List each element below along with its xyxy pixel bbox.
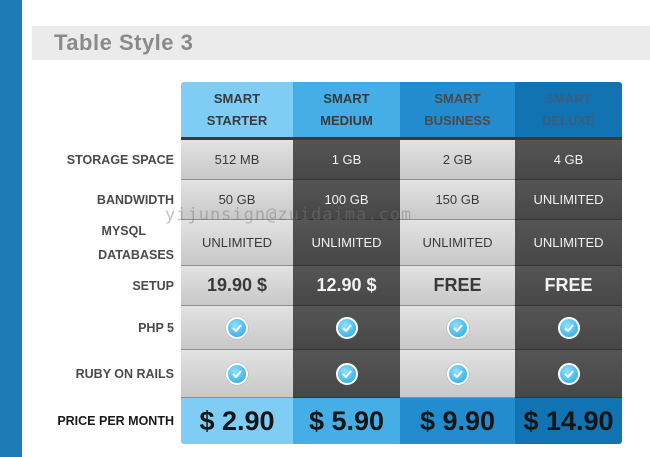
check-circle-icon: [226, 362, 248, 385]
php-cell-business: [400, 306, 515, 350]
row-label-mysql-line1: MYSQL: [101, 224, 146, 238]
plan-header-medium: SMART MEDIUM: [293, 82, 400, 137]
mysql-cell-business: UNLIMITED: [400, 220, 515, 266]
price-medium[interactable]: $ 5.90: [293, 398, 400, 444]
php-cell-starter: [181, 306, 293, 350]
plan-header-business: SMART BUSINESS: [400, 82, 515, 137]
price-deluxe[interactable]: $ 14.90: [515, 398, 622, 444]
php-cell-medium: [293, 306, 400, 350]
storage-cell-deluxe: 4 GB: [515, 140, 622, 180]
bandwidth-cell-business: 150 GB: [400, 180, 515, 220]
ruby-cell-starter: [181, 350, 293, 398]
setup-cell-starter: 19.90 $: [181, 266, 293, 306]
bandwidth-cell-deluxe: UNLIMITED: [515, 180, 622, 220]
plan-name-line2: BUSINESS: [424, 112, 491, 128]
check-circle-icon: [557, 316, 580, 339]
check-circle-icon: [446, 316, 469, 339]
check-circle-icon: [226, 316, 248, 339]
price-business[interactable]: $ 9.90: [400, 398, 515, 444]
storage-cell-medium: 1 GB: [293, 140, 400, 180]
section-title-bar: Table Style 3: [32, 26, 650, 60]
setup-cell-deluxe: FREE: [515, 266, 622, 306]
storage-cell-starter: 512 MB: [181, 140, 293, 180]
mysql-cell-deluxe: UNLIMITED: [515, 220, 622, 266]
row-label-ruby: RUBY ON RAILS: [75, 367, 174, 381]
price-per-month-label: PRICE PER MONTH: [57, 414, 174, 428]
row-label-storage: STORAGE SPACE: [66, 153, 174, 167]
plan-name-line1: SMART: [434, 90, 481, 106]
setup-cell-medium: 12.90 $: [293, 266, 400, 306]
row-label-php: PHP 5: [138, 321, 174, 335]
setup-cell-business: FREE: [400, 266, 515, 306]
row-label-bandwidth: BANDWIDTH: [96, 193, 174, 207]
plan-name-line2: DELUXE: [542, 112, 595, 128]
ruby-cell-deluxe: [515, 350, 622, 398]
left-accent-bar: [0, 0, 22, 457]
check-circle-icon: [335, 316, 358, 339]
mysql-cell-starter: UNLIMITED: [181, 220, 293, 266]
ruby-cell-business: [400, 350, 515, 398]
plan-header-deluxe: SMART DELUXE: [515, 82, 622, 137]
price-starter[interactable]: $ 2.90: [181, 398, 293, 444]
plan-name-line2: MEDIUM: [320, 112, 373, 128]
check-circle-icon: [557, 362, 580, 385]
plan-name-line1: SMART: [213, 90, 261, 106]
check-circle-icon: [446, 362, 469, 385]
plan-name-line2: STARTER: [206, 112, 268, 128]
ruby-cell-medium: [293, 350, 400, 398]
watermark-text: yijunsign@zuidaima.com: [165, 205, 413, 225]
row-label-mysql-line2: DATABASES: [98, 248, 174, 262]
mysql-cell-medium: UNLIMITED: [293, 220, 400, 266]
plan-name-line1: SMART: [545, 90, 592, 106]
php-cell-deluxe: [515, 306, 622, 350]
row-label-setup: SETUP: [132, 279, 174, 293]
row-label-mysql: MYSQL DATABASES: [40, 220, 174, 266]
storage-cell-business: 2 GB: [400, 140, 515, 180]
plan-name-line1: SMART: [323, 90, 370, 106]
page-title: Table Style 3: [54, 30, 194, 55]
check-circle-icon: [335, 362, 358, 385]
plan-header-starter: SMART STARTER: [181, 82, 293, 137]
